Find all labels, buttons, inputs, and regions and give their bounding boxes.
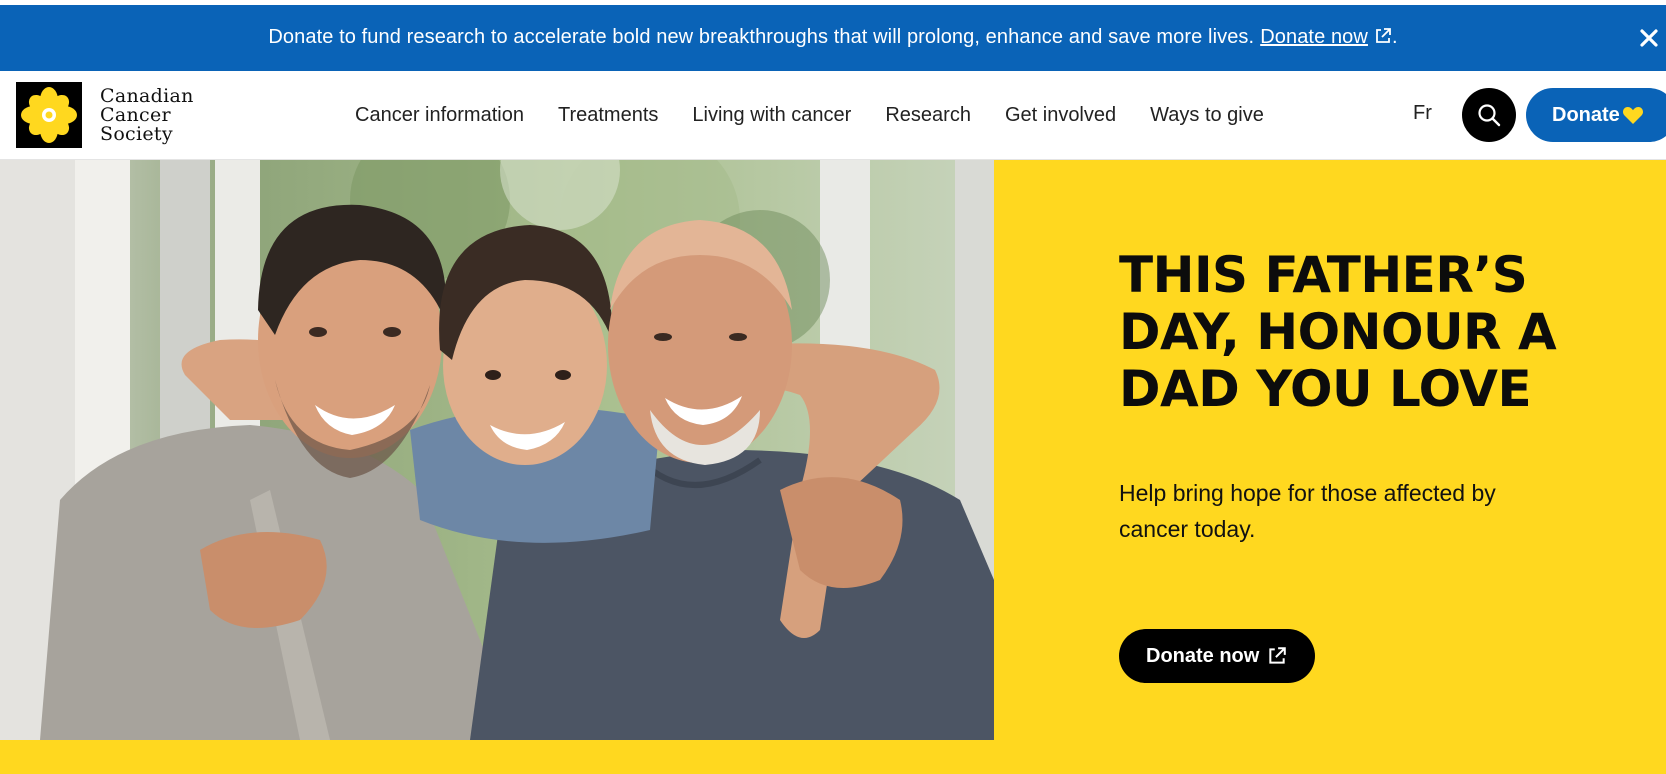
site-logo[interactable]: Canadian Cancer Society — [16, 82, 194, 148]
logo-line-3: Society — [100, 122, 173, 145]
hero-title: THIS FATHER’S DAY, HONOUR A DAD YOU LOVE — [1119, 247, 1599, 418]
external-link-icon — [1267, 646, 1287, 666]
banner-text: Donate to fund research to accelerate bo… — [268, 26, 1397, 51]
nav-treatments[interactable]: Treatments — [558, 104, 658, 127]
nav-ways-to-give[interactable]: Ways to give — [1150, 104, 1264, 127]
close-banner-button[interactable] — [1634, 23, 1664, 53]
logo-line-2: Cancer — [100, 103, 171, 126]
site-header: Canadian Cancer Society Cancer informati… — [0, 71, 1666, 160]
banner-trailing: . — [1391, 25, 1398, 48]
announcement-banner: Donate to fund research to accelerate bo… — [0, 5, 1666, 71]
hero-cta-label: Donate now — [1146, 644, 1260, 667]
close-icon — [1640, 29, 1658, 47]
hero-copy: THIS FATHER’S DAY, HONOUR A DAD YOU LOVE… — [1119, 247, 1599, 547]
language-toggle[interactable]: Fr — [1413, 102, 1432, 125]
hero-subtitle: Help bring hope for those affected by ca… — [1119, 480, 1496, 542]
nav-get-involved[interactable]: Get involved — [1005, 104, 1116, 127]
search-icon — [1478, 104, 1501, 127]
banner-donate-link[interactable]: Donate now — [1260, 26, 1368, 48]
hero-photo — [0, 160, 994, 740]
hero-title-line-3: DAD YOU LOVE — [1119, 360, 1532, 418]
external-link-icon — [1374, 27, 1392, 51]
search-button[interactable] — [1462, 88, 1516, 142]
logo-wordmark: Canadian Cancer Society — [100, 84, 194, 145]
hero-donate-now-button[interactable]: Donate now — [1119, 629, 1316, 683]
hero-title-line-2: DAY, HONOUR A — [1119, 303, 1557, 361]
banner-message: Donate to fund research to accelerate bo… — [268, 25, 1255, 48]
daffodil-logo-icon — [16, 82, 82, 148]
nav-cancer-information[interactable]: Cancer information — [355, 104, 524, 127]
heart-icon — [1622, 105, 1644, 125]
nav-research[interactable]: Research — [885, 104, 971, 127]
header-donate-label: Donate — [1552, 103, 1620, 126]
main-navigation: Cancer information Treatments Living wit… — [355, 71, 1298, 159]
hero-section: THIS FATHER’S DAY, HONOUR A DAD YOU LOVE… — [0, 160, 1666, 774]
hero-title-line-1: THIS FATHER’S — [1119, 246, 1528, 304]
nav-living-with-cancer[interactable]: Living with cancer — [692, 104, 851, 127]
header-donate-button[interactable]: Donate — [1526, 88, 1666, 142]
logo-line-1: Canadian — [100, 84, 194, 107]
